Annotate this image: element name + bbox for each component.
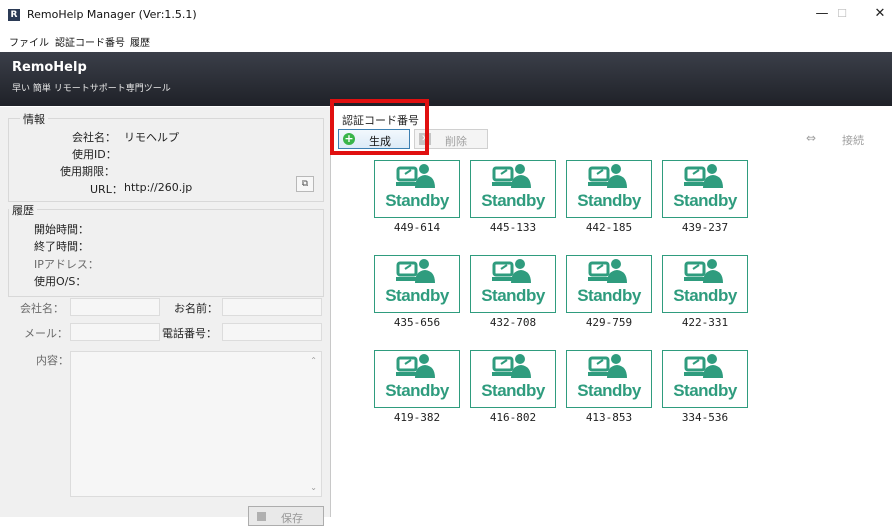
operator-icon [396, 354, 435, 378]
standby-label: Standby [481, 191, 545, 210]
history-start-label: 開始時間： [34, 223, 89, 236]
operator-icon [588, 164, 627, 188]
app-icon: R [8, 9, 20, 21]
info-user-id-label: 使用ID： [72, 148, 117, 161]
operator-icon [588, 354, 627, 378]
save-label: 保存 [281, 512, 303, 525]
history-end-label: 終了時間： [34, 240, 89, 253]
minimize-button[interactable]: — [812, 4, 832, 24]
menu-history[interactable]: 履歴 [130, 34, 150, 49]
info-company-value: リモヘルプ [124, 131, 179, 144]
standby-label: Standby [673, 286, 737, 305]
standby-label: Standby [577, 381, 641, 400]
banner-title: RemoHelp [12, 60, 87, 75]
standby-label: Standby [385, 381, 449, 400]
info-company-label: 会社名： [72, 131, 116, 144]
auth-code-label: 334-536 [681, 411, 729, 424]
menu-auth-code[interactable]: 認証コード番号 [55, 34, 125, 49]
auth-code-label: 422-331 [681, 316, 729, 329]
copy-icon: ⧉ [301, 179, 309, 189]
standby-label: Standby [385, 191, 449, 210]
history-phone-label: 電話番号： [162, 327, 217, 340]
auth-code-label: 439-237 [681, 221, 729, 234]
operator-icon [684, 354, 723, 378]
history-content-textarea[interactable]: ⌃ ⌄ [70, 351, 322, 497]
auth-code-label: 429-759 [585, 316, 633, 329]
maximize-button[interactable]: ☐ [832, 4, 852, 24]
scroll-down-icon[interactable]: ⌄ [310, 483, 317, 492]
history-name-label: お名前： [174, 302, 218, 315]
operator-icon [492, 354, 531, 378]
standby-tile[interactable]: Standby [662, 255, 748, 313]
standby-label: Standby [673, 191, 737, 210]
standby-tile[interactable]: Standby [374, 350, 460, 408]
standby-label: Standby [481, 286, 545, 305]
menu-bar: ファイル 認証コード番号 履歴 [0, 32, 892, 50]
standby-tile[interactable]: Standby [470, 350, 556, 408]
history-content-label: 内容： [36, 354, 69, 367]
scroll-up-icon[interactable]: ⌃ [310, 356, 317, 365]
auth-code-label: 432-708 [489, 316, 537, 329]
save-button[interactable]: 保存 [248, 506, 324, 526]
operator-icon [492, 259, 531, 283]
standby-tile[interactable]: Standby [566, 160, 652, 218]
auth-code-label: 419-382 [393, 411, 441, 424]
history-mail-label: メール： [24, 327, 68, 340]
close-button[interactable]: ✕ [870, 4, 890, 24]
standby-tile[interactable]: Standby [470, 160, 556, 218]
copy-url-button[interactable]: ⧉ [296, 176, 314, 192]
auth-code-label: 449-614 [393, 221, 441, 234]
delete-label: 削除 [445, 135, 467, 148]
info-title: 情報 [20, 111, 48, 127]
standby-tile[interactable]: Standby [374, 160, 460, 218]
auth-code-label: 416-802 [489, 411, 537, 424]
history-os-label: 使用O/S： [34, 275, 87, 288]
menu-file[interactable]: ファイル [9, 34, 49, 49]
app-banner: RemoHelp 早い 簡単 リモートサポート専門ツール [0, 52, 892, 106]
info-expiry-label: 使用期限： [60, 165, 115, 178]
operator-icon [684, 164, 723, 188]
history-ip-label: IPアドレス： [34, 258, 99, 271]
title-bar: R RemoHelp Manager (Ver:1.5.1) — ☐ ✕ [0, 0, 892, 30]
connect-label: 接続 [842, 134, 864, 147]
history-company-field[interactable] [70, 298, 160, 316]
panel-divider [330, 107, 331, 517]
history-mail-field[interactable] [70, 323, 160, 341]
operator-icon [588, 259, 627, 283]
connect-button[interactable]: ⇔ 接続 [800, 129, 890, 149]
info-url-label: URL： [90, 183, 123, 196]
operator-icon [396, 259, 435, 283]
window-title: RemoHelp Manager (Ver:1.5.1) [27, 8, 197, 21]
operator-icon [684, 259, 723, 283]
standby-label: Standby [673, 381, 737, 400]
auth-code-label: 445-133 [489, 221, 537, 234]
operator-icon [492, 164, 531, 188]
standby-label: Standby [577, 286, 641, 305]
auth-code-label: 442-185 [585, 221, 633, 234]
operator-icon [396, 164, 435, 188]
standby-tile[interactable]: Standby [470, 255, 556, 313]
history-name-field[interactable] [222, 298, 322, 316]
auth-code-label: 413-853 [585, 411, 633, 424]
history-company-label: 会社名： [20, 302, 64, 315]
standby-tile[interactable]: Standby [662, 350, 748, 408]
standby-tile[interactable]: Standby [662, 160, 748, 218]
auth-code-label: 435-656 [393, 316, 441, 329]
history-phone-field[interactable] [222, 323, 322, 341]
standby-tile[interactable]: Standby [374, 255, 460, 313]
banner-subtitle: 早い 簡単 リモートサポート専門ツール [12, 84, 171, 94]
standby-label: Standby [577, 191, 641, 210]
info-url-value: http://260.jp [124, 181, 193, 194]
connect-arrows-icon: ⇔ [806, 131, 817, 145]
history-title: 履歴 [9, 202, 37, 218]
standby-tile[interactable]: Standby [566, 350, 652, 408]
standby-label: Standby [481, 381, 545, 400]
generate-highlight-box [330, 99, 429, 155]
standby-label: Standby [385, 286, 449, 305]
standby-tile[interactable]: Standby [566, 255, 652, 313]
